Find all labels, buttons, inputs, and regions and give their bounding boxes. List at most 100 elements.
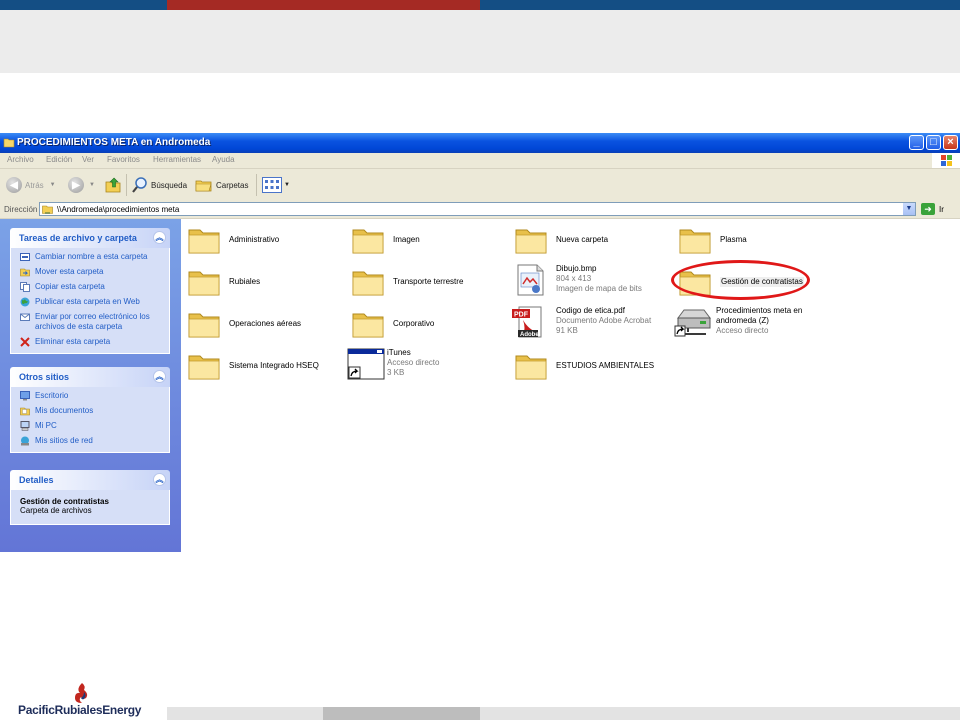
other-places-header[interactable]: Otros sitios ︽	[10, 367, 170, 387]
folder-imagen[interactable]: Imagen	[351, 224, 511, 260]
back-button[interactable]: ◀ Atrás ▼	[6, 175, 56, 195]
menu-ayuda[interactable]: Ayuda	[212, 155, 235, 164]
folder-administrativo[interactable]: Administrativo	[187, 224, 347, 260]
shortcut-itunes[interactable]: iTunes Acceso directo 3 KB	[347, 348, 507, 384]
task-copy[interactable]: Copiar esta carpeta	[20, 282, 163, 292]
move-icon	[20, 268, 30, 277]
address-input[interactable]: \\Andromeda\procedimientos meta ▼	[39, 202, 916, 216]
folder-estudios-ambientales[interactable]: ESTUDIOS AMBIENTALES	[514, 350, 674, 386]
address-dropdown-icon[interactable]: ▼	[903, 203, 915, 215]
folders-icon	[195, 180, 212, 192]
place-label: Mi PC	[35, 421, 57, 430]
toolbar-separator	[256, 174, 257, 196]
item-type: Acceso directo	[716, 326, 769, 335]
menu-favoritos[interactable]: Favoritos	[107, 155, 140, 164]
collapse-chevron-icon[interactable]: ︽	[153, 231, 166, 244]
other-places-panel: Otros sitios ︽ Escritorio Mis documentos…	[10, 367, 170, 453]
folder-icon	[188, 271, 220, 296]
item-name: Operaciones aéreas	[229, 319, 302, 328]
desktop-icon	[20, 391, 30, 401]
item-name: Rubiales	[229, 277, 261, 286]
address-bar: Dirección \\Andromeda\procedimientos met…	[0, 201, 960, 219]
up-folder-button[interactable]	[104, 175, 122, 195]
menu-herramientas[interactable]: Herramientas	[153, 155, 201, 164]
file-dibujo-bmp[interactable]: Dibujo.bmp 804 x 413 Imagen de mapa de b…	[514, 264, 674, 300]
details-type: Carpeta de archivos	[20, 506, 92, 515]
folder-icon	[3, 138, 15, 148]
email-icon	[20, 313, 30, 321]
folder-icon	[515, 229, 547, 254]
delete-icon	[20, 337, 30, 347]
folders-button[interactable]: Carpetas	[195, 175, 248, 195]
folder-sistema-integrado-hseq[interactable]: Sistema Integrado HSEQ	[187, 350, 347, 386]
minimize-button[interactable]: _	[909, 135, 924, 150]
details-panel: Detalles ︽ Gestión de contratistas Carpe…	[10, 470, 170, 525]
search-label: Búsqueda	[151, 180, 188, 190]
forward-dropdown-icon: ▼	[89, 182, 95, 188]
task-email[interactable]: Enviar por correo electrónico los archiv…	[20, 312, 163, 332]
task-label: Cambiar nombre a esta carpeta	[35, 252, 148, 261]
folder-icon	[679, 229, 711, 254]
folder-icon	[352, 271, 384, 296]
item-size: 3 KB	[387, 368, 405, 377]
place-my-computer[interactable]: Mi PC	[20, 421, 163, 431]
title-bar[interactable]: PROCEDIMIENTOS META en Andromeda _ □ ×	[0, 133, 960, 153]
search-button[interactable]: Búsqueda	[131, 175, 187, 195]
logo-text: PacificRubialesEnergy	[18, 703, 141, 717]
task-label: Copiar esta carpeta	[35, 282, 105, 291]
details-header[interactable]: Detalles ︽	[10, 470, 170, 490]
task-publish-web[interactable]: Publicar esta carpeta en Web	[20, 297, 163, 307]
svg-text:Adobe: Adobe	[520, 332, 539, 338]
slide-header-band	[0, 10, 960, 73]
windows-logo-icon	[932, 153, 960, 168]
address-value: \\Andromeda\procedimientos meta	[57, 205, 180, 214]
place-desktop[interactable]: Escritorio	[20, 391, 163, 401]
item-size: 91 KB	[556, 326, 578, 335]
forward-button[interactable]: ▶ ▼	[68, 175, 95, 195]
folder-icon	[188, 313, 220, 338]
go-button[interactable]: Ir	[939, 205, 944, 214]
folder-operaciones-aereas[interactable]: Operaciones aéreas	[187, 308, 347, 344]
explorer-window: PROCEDIMIENTOS META en Andromeda _ □ × A…	[0, 133, 960, 552]
folder-corporativo[interactable]: Corporativo	[351, 308, 511, 344]
file-tasks-header[interactable]: Tareas de archivo y carpeta ︽	[10, 228, 170, 248]
task-delete[interactable]: Eliminar esta carpeta	[20, 337, 163, 347]
task-move[interactable]: Mover esta carpeta	[20, 267, 163, 277]
menu-edicion[interactable]: Edición	[46, 155, 72, 164]
flame-logo-icon	[75, 683, 88, 703]
close-button[interactable]: ×	[943, 135, 958, 150]
copy-icon	[20, 282, 30, 292]
forward-arrow-icon: ▶	[68, 177, 84, 193]
search-icon	[132, 177, 147, 193]
place-network[interactable]: Mis sitios de red	[20, 436, 163, 446]
folder-rubiales[interactable]: Rubiales	[187, 266, 347, 302]
item-type: Documento Adobe Acrobat	[556, 316, 652, 325]
network-drive-icon	[674, 309, 711, 337]
place-my-documents[interactable]: Mis documentos	[20, 406, 163, 416]
collapse-chevron-icon[interactable]: ︽	[153, 473, 166, 486]
folders-label: Carpetas	[216, 180, 249, 190]
views-button[interactable]: ▼	[262, 175, 290, 195]
maximize-button[interactable]: □	[926, 135, 941, 150]
place-label: Mis documentos	[35, 406, 94, 415]
window-title: PROCEDIMIENTOS META en Andromeda	[17, 137, 211, 148]
item-type: Imagen de mapa de bits	[556, 284, 642, 293]
folder-transporte-terrestre[interactable]: Transporte terrestre	[351, 266, 511, 302]
collapse-chevron-icon[interactable]: ︽	[153, 370, 166, 383]
web-publish-icon	[20, 297, 30, 307]
svg-text:PDF: PDF	[514, 312, 529, 319]
folder-plasma[interactable]: Plasma	[678, 224, 838, 260]
menu-archivo[interactable]: Archivo	[7, 155, 34, 164]
views-icon	[262, 177, 282, 193]
file-codigo-de-etica-pdf[interactable]: PDF Adobe Codigo de etica.pdf Documento …	[511, 306, 671, 342]
details-title: Detalles	[19, 475, 54, 485]
views-dropdown-icon: ▼	[284, 182, 290, 188]
folder-nueva-carpeta[interactable]: Nueva carpeta	[514, 224, 674, 260]
item-name-line2: andromeda (Z)	[716, 316, 769, 325]
menu-ver[interactable]: Ver	[82, 155, 94, 164]
shortcut-procedimientos-meta-drive[interactable]: Procedimientos meta en andromeda (Z) Acc…	[674, 306, 834, 342]
task-rename[interactable]: Cambiar nombre a esta carpeta	[20, 252, 163, 262]
back-arrow-icon: ◀	[6, 177, 22, 193]
folder-icon	[515, 355, 547, 380]
go-arrow-icon[interactable]: ➜	[921, 203, 935, 215]
